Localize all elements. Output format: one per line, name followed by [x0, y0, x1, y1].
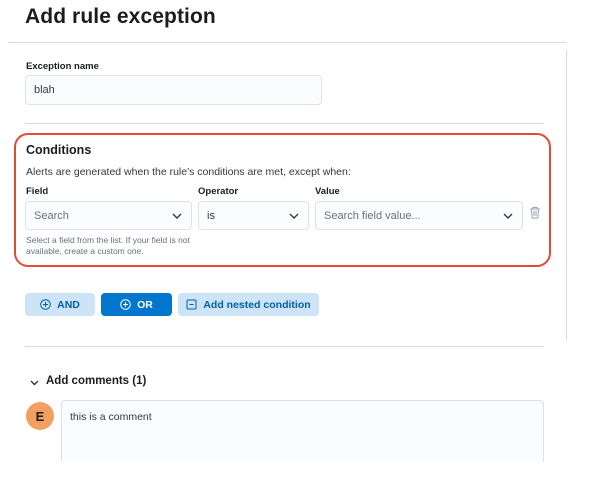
and-button-label: AND	[57, 298, 80, 311]
value-combobox[interactable]: Search field value...	[315, 201, 523, 230]
value-placeholder: Search field value...	[324, 209, 421, 222]
plus-in-circle-icon	[120, 299, 131, 310]
exception-name-value: blah	[34, 84, 55, 96]
operator-label: Operator	[198, 186, 239, 197]
or-button-label: OR	[137, 298, 153, 311]
comment-text: this is a comment	[70, 411, 152, 423]
add-nested-condition-button[interactable]: Add nested condition	[178, 293, 319, 316]
chevron-down-icon[interactable]	[29, 377, 40, 388]
or-button[interactable]: OR	[101, 293, 172, 316]
conditions-title: Conditions	[26, 143, 92, 157]
exception-name-input[interactable]: blah	[25, 75, 322, 105]
header-divider	[8, 42, 566, 43]
operator-select[interactable]: is	[198, 201, 309, 230]
page-title: Add rule exception	[25, 5, 216, 28]
operator-value: is	[207, 209, 215, 222]
field-label: Field	[26, 186, 49, 197]
value-label: Value	[315, 186, 340, 197]
conditions-description: Alerts are generated when the rule's con…	[26, 166, 351, 178]
chevron-down-icon	[289, 213, 299, 219]
add-comments-toggle[interactable]: Add comments (1)	[46, 375, 146, 387]
trash-icon[interactable]	[529, 206, 541, 219]
avatar-initial: E	[35, 408, 45, 424]
panel-edge	[566, 50, 567, 340]
field-select[interactable]: Search	[25, 201, 192, 230]
and-button[interactable]: AND	[25, 293, 95, 316]
chevron-down-icon	[172, 213, 182, 219]
section-divider	[25, 346, 544, 347]
plus-in-circle-icon	[40, 299, 51, 310]
field-help-text: Select a field from the list. If your fi…	[26, 235, 190, 256]
exception-name-label: Exception name	[26, 61, 99, 72]
section-divider	[25, 123, 544, 124]
nested-icon	[186, 299, 197, 310]
chevron-down-icon	[503, 213, 513, 219]
field-placeholder: Search	[34, 209, 69, 222]
comment-textarea[interactable]: this is a comment	[61, 400, 544, 462]
avatar: E	[26, 402, 54, 430]
add-nested-condition-label: Add nested condition	[203, 298, 311, 311]
